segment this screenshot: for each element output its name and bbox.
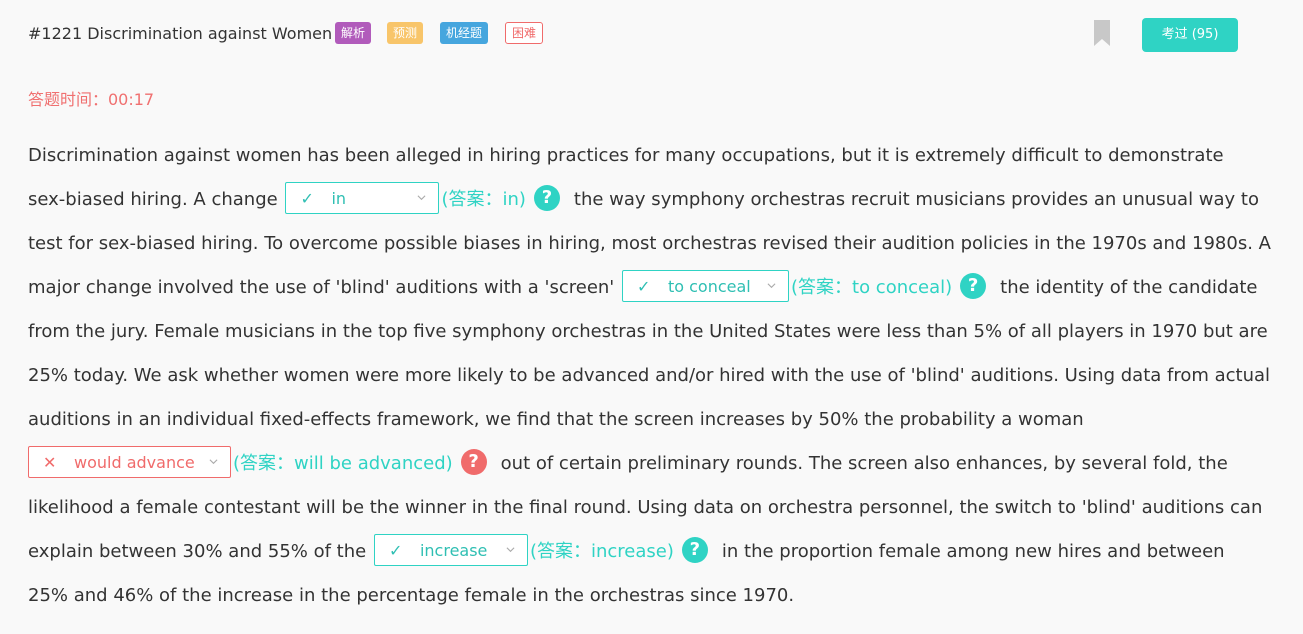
- bookmark-icon[interactable]: [1094, 20, 1110, 46]
- tag-exam-question[interactable]: 机经题: [440, 22, 489, 44]
- blank-2-value: to conceal: [667, 277, 751, 296]
- cross-icon: ✕: [43, 453, 57, 472]
- passage-text: from the jury. Female musicians in the t…: [28, 321, 1268, 342]
- passage-text: explain between 30% and 55% of the: [28, 541, 367, 562]
- passage: Discrimination against women has been al…: [28, 134, 1271, 618]
- blank-4-value: increase: [419, 541, 488, 560]
- passage-text: in the proportion female among new hires…: [721, 541, 1225, 562]
- tag-difficulty: 困难: [505, 22, 544, 44]
- blank-3-value: would advance: [74, 453, 195, 472]
- passage-line: sex-biased hiring. A change ✓ in (答案：in)…: [28, 178, 1260, 222]
- tag-analysis[interactable]: 解析: [335, 22, 372, 44]
- blank-3-answer: (答案：will be advanced): [233, 453, 453, 474]
- chevron-down-icon: [506, 547, 515, 553]
- passage-text: the identity of the candidate: [1000, 277, 1258, 298]
- question-circle-icon[interactable]: ?: [460, 449, 487, 475]
- passage-text: likelihood a female contestant will be t…: [28, 497, 1263, 518]
- blank-2-select[interactable]: ✓ to conceal: [621, 270, 789, 302]
- question-title: #1221 Discrimination against Women: [28, 24, 333, 43]
- blank-1-value: in: [331, 189, 347, 208]
- passage-line: auditions in an individual fixed-effects…: [28, 398, 1258, 442]
- passage-text: 25% today. We ask whether women were mor…: [28, 365, 1271, 386]
- question-circle-icon[interactable]: ?: [533, 185, 560, 211]
- check-icon: ✓: [636, 277, 651, 296]
- chevron-down-icon: [417, 195, 426, 201]
- check-icon: ✓: [300, 189, 314, 208]
- passage-line: 25% and 46% of the increase in the perce…: [28, 574, 1258, 618]
- blank-2-answer: (答案：to conceal): [790, 277, 953, 298]
- chevron-down-icon: [767, 283, 776, 289]
- question-header: #1221 Discrimination against Women 解析 预测…: [28, 18, 1303, 52]
- tag-prediction[interactable]: 预测: [387, 22, 424, 44]
- passage-text: auditions in an individual fixed-effects…: [28, 409, 1084, 430]
- question-circle-icon[interactable]: ?: [960, 273, 987, 299]
- passed-count-button[interactable]: 考过 (95): [1142, 18, 1238, 52]
- passage-text: major change involved the use of 'blind'…: [28, 277, 615, 298]
- check-icon: ✓: [388, 541, 403, 560]
- passage-text: out of certain preliminary rounds. The s…: [500, 453, 1228, 474]
- blank-4-answer: (答案：increase): [529, 541, 674, 562]
- passage-line: ✕ would advance (答案：will be advanced)? ou…: [28, 442, 1258, 486]
- passage-text: the way symphony orchestras recruit musi…: [573, 189, 1260, 210]
- passage-line: Discrimination against women has been al…: [28, 134, 1258, 178]
- blank-1-select[interactable]: ✓ in: [285, 182, 440, 214]
- blank-4-select[interactable]: ✓ increase: [373, 534, 528, 566]
- chevron-down-icon: [209, 459, 218, 465]
- passage-line: 25% today. We ask whether women were mor…: [28, 354, 1270, 398]
- blank-3-select[interactable]: ✕ would advance: [28, 446, 231, 478]
- passage-line: from the jury. Female musicians in the t…: [28, 310, 1268, 354]
- passage-line: explain between 30% and 55% of the ✓ inc…: [28, 530, 1258, 574]
- passage-line: major change involved the use of 'blind'…: [28, 266, 1258, 310]
- blank-1-answer: (答案：in): [441, 189, 526, 210]
- passage-line: likelihood a female contestant will be t…: [28, 486, 1262, 530]
- question-circle-icon[interactable]: ?: [681, 537, 708, 563]
- answer-timer: 答题时间：00:17: [28, 90, 155, 109]
- passage-text: sex-biased hiring. A change: [28, 189, 278, 210]
- passage-text: Discrimination against women has been al…: [28, 145, 1224, 166]
- passage-text: 25% and 46% of the increase in the perce…: [28, 585, 795, 606]
- passage-text: test for sex-biased hiring. To overcome …: [28, 233, 1271, 254]
- passage-line: test for sex-biased hiring. To overcome …: [28, 222, 1271, 266]
